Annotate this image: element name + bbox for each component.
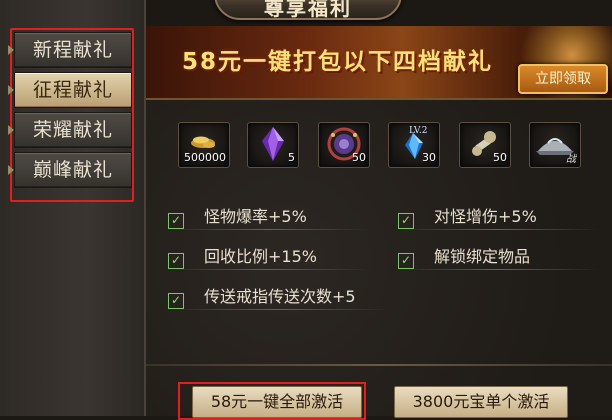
activate-single-button[interactable]: 3800元宝单个激活	[394, 386, 568, 418]
reward-qty: 30	[422, 151, 436, 164]
checkmark-icon: ✓	[168, 253, 184, 269]
attribute-item: ✓ 传送戒指传送次数+5	[168, 284, 388, 310]
attribute-item: ✓ 怪物爆率+5%	[168, 204, 368, 230]
attribute-item: ✓ 解锁绑定物品	[398, 244, 598, 270]
sidebar-item-glory[interactable]: 荣耀献礼	[8, 112, 132, 148]
reward-slot[interactable]: 5	[247, 122, 299, 168]
checkmark-icon: ✓	[168, 213, 184, 229]
section-divider	[146, 364, 612, 366]
item-tag-label: 战	[566, 154, 576, 165]
checkmark-icon: ✓	[398, 213, 414, 229]
reward-slot[interactable]: LV.2 30	[388, 122, 440, 168]
page-title: 尊享福利	[214, 0, 402, 20]
sidebar-item-new-journey[interactable]: 新程献礼	[8, 32, 132, 68]
reward-qty: 500000	[184, 151, 226, 164]
item-level-label: LV.2	[409, 126, 428, 136]
promo-banner: 58元一键打包以下四档献礼 立即领取	[146, 26, 612, 100]
activate-all-button[interactable]: 58元一键全部激活	[192, 386, 362, 418]
attribute-item: ✓ 回收比例+15%	[168, 244, 368, 270]
banner-title: 58元一键打包以下四档献礼	[182, 49, 494, 75]
reward-qty: 50	[352, 151, 366, 164]
main-panel: 58元一键打包以下四档献礼 立即领取 500000 5 50 LV.2 30 5…	[146, 26, 612, 416]
checkmark-icon: ✓	[398, 253, 414, 269]
reward-qty: 50	[493, 151, 507, 164]
reward-qty: 5	[288, 151, 295, 164]
sidebar-item-peak[interactable]: 巅峰献礼	[8, 152, 132, 188]
sidebar-item-campaign[interactable]: 征程献礼	[8, 72, 132, 108]
reward-slot[interactable]: 50	[318, 122, 370, 168]
attribute-item: ✓ 对怪增伤+5%	[398, 204, 598, 230]
sidebar: 新程献礼 征程献礼 荣耀献礼 巅峰献礼	[0, 0, 146, 416]
checkmark-icon: ✓	[168, 293, 184, 309]
reward-slot[interactable]: 战	[529, 122, 581, 168]
reward-slot[interactable]: 500000	[178, 122, 230, 168]
claim-now-button[interactable]: 立即领取	[518, 64, 608, 94]
reward-slot[interactable]: 50	[459, 122, 511, 168]
